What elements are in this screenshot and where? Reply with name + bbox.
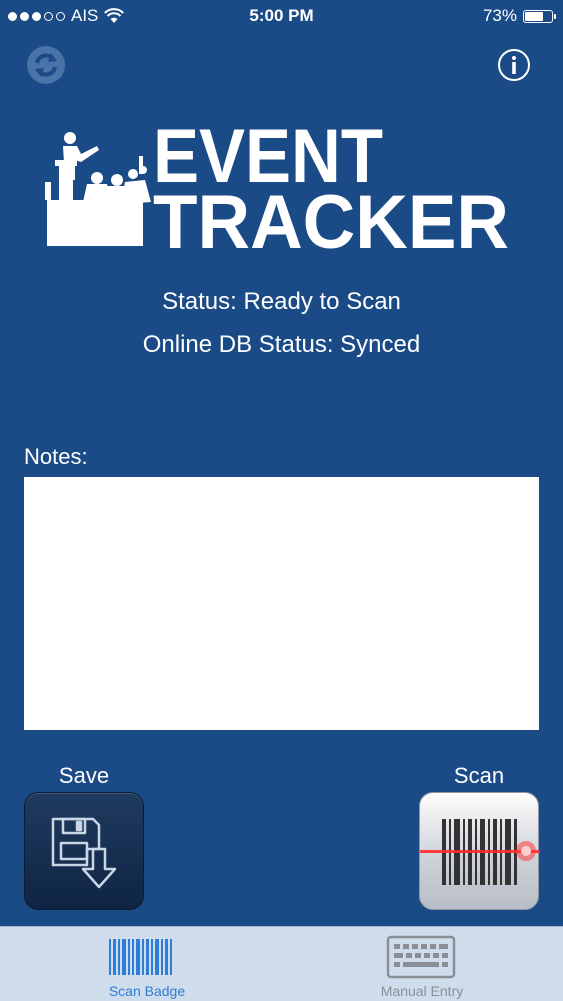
save-button[interactable] (24, 792, 144, 910)
save-disk-icon (51, 817, 117, 889)
event-tracker-logo: EVENT TRACKER (45, 110, 515, 265)
scan-button[interactable] (419, 792, 540, 910)
tab-bar: Scan Badge Manual Entry (0, 926, 563, 1001)
battery-status: 73% (482, 6, 556, 26)
save-label: Save (58, 763, 110, 788)
tab-manual-entry-label: Manual Entry (380, 983, 464, 999)
barcode-icon (109, 939, 172, 975)
clock: 5:00 PM (249, 6, 314, 25)
scan-status-text: Status: Ready to Scan (162, 288, 401, 315)
refresh-icon (27, 46, 65, 84)
keyboard-icon (386, 935, 456, 979)
notes-label: Notes: (24, 444, 88, 469)
logo-line2: TRACKER (153, 180, 509, 260)
db-status-text: Online DB Status: Synced (142, 331, 421, 358)
audience-speaker-icon (45, 132, 151, 246)
scan-label: Scan (453, 763, 505, 788)
battery-percent: 73% (482, 6, 517, 25)
tab-manual-entry[interactable]: Manual Entry (342, 927, 502, 1001)
notes-field[interactable] (24, 477, 539, 730)
tab-scan-badge-label: Scan Badge (108, 983, 186, 999)
barcode-laser-icon (420, 819, 540, 885)
tab-scan-badge[interactable]: Scan Badge (67, 927, 227, 1001)
status-bar: AIS 5:00 PM 73% (0, 0, 563, 34)
info-icon (498, 49, 530, 81)
refresh-button[interactable] (25, 44, 67, 86)
info-button[interactable] (493, 44, 535, 86)
battery-icon (523, 9, 556, 23)
